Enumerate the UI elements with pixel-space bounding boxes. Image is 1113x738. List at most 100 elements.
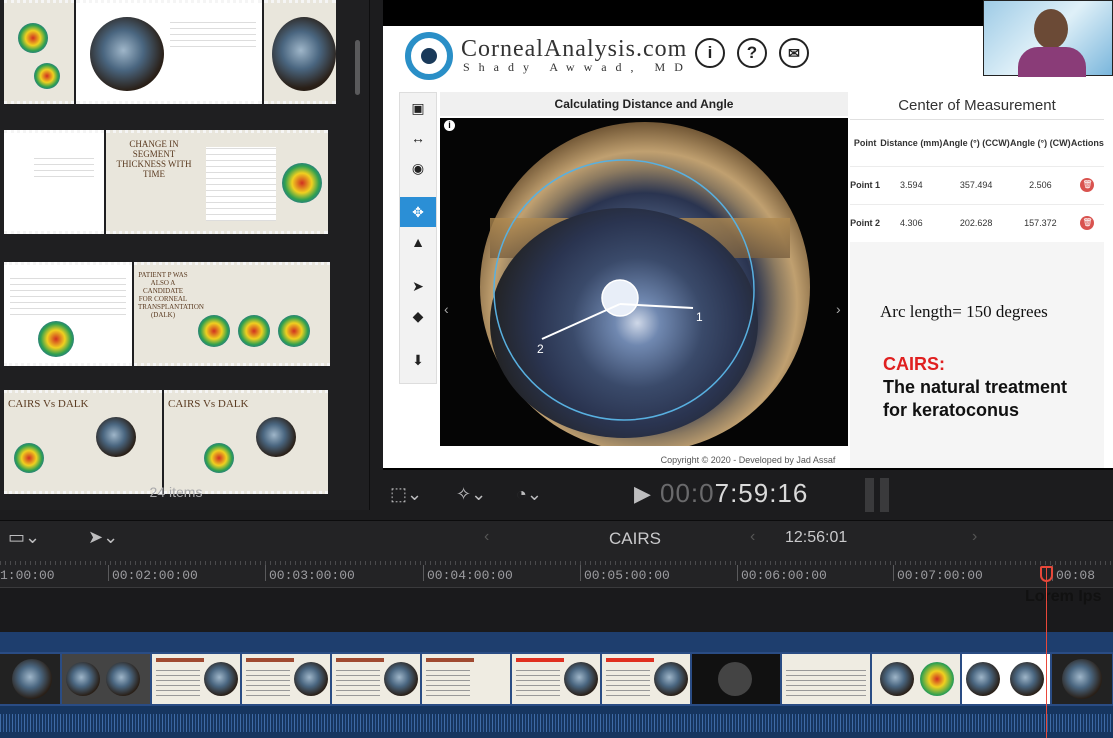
timeline-clip[interactable] (872, 654, 960, 704)
browser-thumbnail[interactable]: CHANGE IN SEGMENT THICKNESS WITH TIME (106, 130, 328, 234)
view-options-icon[interactable]: ⬚⌄ (390, 484, 422, 505)
browser-row: PATIENT P WAS ALSO A CANDIDATE FOR CORNE… (4, 262, 330, 366)
table-cell: 4.306 (880, 203, 943, 242)
chart-image (206, 147, 276, 221)
eye-image (96, 417, 136, 457)
prev-arrow-icon: ‹ (444, 301, 449, 317)
chart-icon: ▲ (411, 234, 425, 250)
eye-image (90, 17, 164, 91)
table-cell: 202.628 (942, 203, 1010, 242)
topography-map-image (18, 23, 48, 53)
table-row: Point 1 3.594 357.494 2.506 🗑 (850, 165, 1104, 204)
browser-row: CHANGE IN SEGMENT THICKNESS WITH TIME (4, 130, 328, 234)
timeline-ruler[interactable]: 1:00:00 00:02:00:00 00:03:00:00 00:04:00… (0, 558, 1113, 588)
timeline-clip[interactable] (1052, 654, 1112, 704)
browser-thumbnail[interactable] (264, 0, 336, 104)
prev-chevron-icon[interactable]: ‹ (750, 528, 755, 546)
presenter-face (1034, 9, 1068, 49)
project-title: CAIRS (609, 529, 661, 548)
timeline-clip[interactable] (422, 654, 510, 704)
table-cell: Point 1 (850, 165, 881, 204)
move-icon: ✥ (400, 197, 436, 227)
presenter-body (1018, 47, 1086, 77)
eye-photo: 1 2 ‹ › i (440, 118, 848, 446)
point-label-2: 2 (537, 342, 544, 356)
slide-title: PATIENT P WAS ALSO A CANDIDATE FOR CORNE… (138, 271, 204, 319)
center-of-measurement-panel: Center of Measurement Point Distance (mm… (850, 92, 1104, 468)
browser-scrollbar[interactable] (355, 40, 360, 95)
cairs-description: The natural treatment for keratoconus (883, 377, 1068, 420)
timeline-clip[interactable] (692, 654, 780, 704)
timeline-tracks[interactable]: Lorem Ips (0, 588, 1113, 738)
measurement-overlay: 1 2 ‹ › (444, 159, 841, 421)
timeline-clip[interactable] (242, 654, 330, 704)
browser-thumbnail[interactable]: CAIRS Vs DALK (4, 390, 162, 494)
item-count: 24 items (149, 484, 203, 500)
distance-icon: ↔ (411, 130, 425, 146)
ruler-label: 00:04:00:00 (427, 568, 513, 583)
measurement-line-2 (541, 303, 621, 340)
table-image (10, 275, 126, 315)
ruler-label: 1:00:00 (0, 568, 55, 583)
clip-appearance-icon[interactable]: ▭⌄ (8, 527, 40, 548)
next-chevron-icon[interactable]: › (972, 528, 977, 546)
browser-thumbnail[interactable] (4, 0, 74, 104)
webcam-overlay (983, 0, 1113, 77)
timeline-clip[interactable] (62, 654, 150, 704)
pointer-icon: ➤ (412, 278, 424, 294)
topography-map-image (204, 443, 234, 473)
transform-tool-icon[interactable]: ✧⌄ (456, 484, 486, 505)
browser-row: CAIRS Vs DALK CAIRS Vs DALK (4, 390, 328, 494)
speed-icon[interactable]: ◔⌄ (516, 484, 542, 505)
ruler-label: 00:08 (1056, 568, 1096, 583)
back-chevron-icon[interactable]: ‹ (484, 528, 489, 546)
primary-storyline (0, 632, 1113, 652)
canvas-title: Calculating Distance and Angle (440, 92, 848, 116)
topography-map-image (38, 321, 74, 357)
browser-thumbnail[interactable] (4, 130, 104, 234)
ruler-label: 00:06:00:00 (741, 568, 827, 583)
ruler-label: 00:07:00:00 (897, 568, 983, 583)
playhead-handle[interactable] (1040, 566, 1053, 582)
audio-meter (865, 478, 891, 512)
play-icon[interactable]: ▶ (634, 481, 651, 507)
timeline-clip[interactable] (152, 654, 240, 704)
tool-palette: ▣ ↔ ◉ ✥ ▲ ➤ ◆ ⬇ (399, 92, 437, 384)
project-duration: 12:56:01 (785, 529, 848, 546)
ruler-label: 00:03:00:00 (269, 568, 355, 583)
topography-map-image (14, 443, 44, 473)
browser-thumbnail[interactable] (4, 262, 132, 366)
point-label-1: 1 (696, 310, 703, 324)
browser-thumbnail[interactable]: PATIENT P WAS ALSO A CANDIDATE FOR CORNE… (134, 262, 330, 366)
download-icon: ⬇ (412, 352, 424, 368)
playhead[interactable] (1046, 566, 1047, 738)
browser-thumbnail[interactable] (76, 0, 262, 104)
timeline-clip[interactable] (602, 654, 690, 704)
viewer: CornealAnalysis.com Shady Awwad, MD i ? … (383, 0, 1113, 470)
column-header: Point (853, 137, 877, 148)
delete-icon: 🗑 (1080, 178, 1095, 192)
browser-thumbnail[interactable]: CAIRS Vs DALK (164, 390, 328, 494)
ruler-label: 00:02:00:00 (112, 568, 198, 583)
eraser-icon: ◆ (412, 308, 424, 324)
select-tool-icon[interactable]: ➤⌄ (88, 527, 118, 548)
table-image (170, 17, 256, 47)
timeline-clip[interactable] (962, 654, 1050, 704)
measurement-table: Point Distance (mm) Angle (°) (CCW) Angl… (850, 120, 1104, 242)
timecode-display: 00:07:59:16 (660, 478, 808, 509)
final-cut-window: CHANGE IN SEGMENT THICKNESS WITH TIME PA… (0, 0, 1113, 738)
column-header: Angle (°) (CW) (1010, 137, 1071, 148)
clip-track (0, 652, 1113, 706)
table-cell: 2.506 (1009, 165, 1071, 204)
timeline-clip[interactable] (0, 654, 60, 704)
topography-map-image (198, 315, 230, 347)
timeline-clip[interactable] (332, 654, 420, 704)
topography-map-image (238, 315, 270, 347)
ruler-label: 00:05:00:00 (584, 568, 670, 583)
timeline-clip[interactable] (782, 654, 870, 704)
table-cell: 157.372 (1009, 203, 1071, 242)
timecode-value: 7:59:16 (714, 478, 809, 508)
timeline-clip[interactable] (512, 654, 600, 704)
help-icon: ? (737, 38, 767, 68)
title-clip-label[interactable]: Lorem Ips (1025, 588, 1101, 606)
